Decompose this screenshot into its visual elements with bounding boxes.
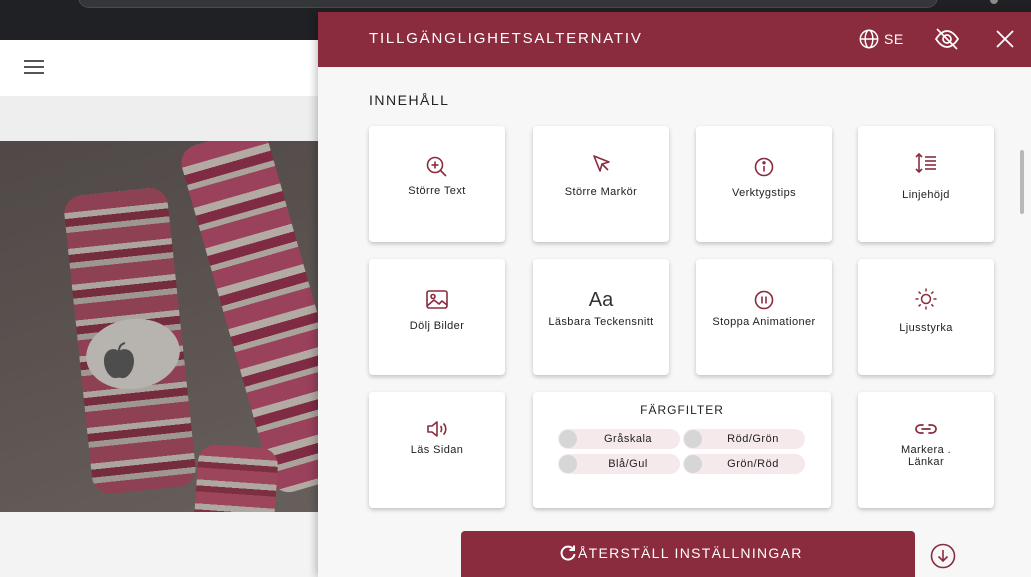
site-header xyxy=(0,40,320,96)
tile-bigger-cursor[interactable]: Större Markör xyxy=(533,126,669,242)
tile-label: Stoppa Animationer xyxy=(712,316,816,328)
link-icon xyxy=(915,424,937,434)
hamburger-icon[interactable] xyxy=(24,60,44,74)
site-footer xyxy=(0,512,320,577)
tile-label: Linjehöjd xyxy=(902,189,950,201)
tile-label: Större Markör xyxy=(564,186,638,198)
tile-label: Ljusstyrka xyxy=(899,322,953,334)
radio-dot xyxy=(684,430,702,448)
tile-line-height[interactable]: Linjehöjd xyxy=(858,126,994,242)
tile-label: Större Text xyxy=(408,185,466,197)
filter-option-label: Röd/Grön xyxy=(727,433,779,445)
color-filter-tile: FÄRGFILTER Gråskala Röd/Grön Blå/Gul Grö… xyxy=(533,392,831,508)
scrollbar[interactable] xyxy=(1018,142,1026,222)
address-bar[interactable] xyxy=(78,0,938,8)
line-height-icon xyxy=(915,152,936,174)
radio-dot xyxy=(559,455,577,473)
accessibility-panel: TILLGÄNGLIGHETSALTERNATIV SE INNEHÅLL St… xyxy=(318,12,1031,577)
reset-settings-button[interactable]: ÅTERSTÄLL INSTÄLLNINGAR xyxy=(461,531,915,577)
filter-option-red-green[interactable]: Röd/Grön xyxy=(683,429,805,449)
tile-highlight-links[interactable]: Markera . Länkar xyxy=(858,392,994,508)
tile-label: Läs Sidan xyxy=(410,444,464,456)
zoom-in-icon xyxy=(426,156,447,177)
filter-option-green-red[interactable]: Grön/Röd xyxy=(683,454,805,474)
tile-label: Markera . Länkar xyxy=(900,444,952,468)
globe-icon xyxy=(859,29,879,49)
color-filter-title: FÄRGFILTER xyxy=(640,403,724,417)
filter-option-label: Grön/Röd xyxy=(727,458,779,470)
panel-header: TILLGÄNGLIGHETSALTERNATIV SE xyxy=(318,12,1031,67)
cursor-icon xyxy=(593,155,610,172)
tile-read-page[interactable]: Läs Sidan xyxy=(369,392,505,508)
sun-icon xyxy=(915,288,937,310)
tile-tooltips[interactable]: Verktygstips xyxy=(696,126,832,242)
site-band xyxy=(0,96,320,141)
tile-label: Läsbara Teckensnitt xyxy=(548,316,654,328)
reset-settings-label: ÅTERSTÄLL INSTÄLLNINGAR xyxy=(578,545,803,561)
tile-label: Dölj Bilder xyxy=(409,320,465,332)
eye-off-icon[interactable] xyxy=(933,25,961,53)
filter-option-label: Gråskala xyxy=(603,433,653,445)
pause-icon xyxy=(754,290,774,310)
hero-overlay xyxy=(0,141,320,512)
font-icon: Aa xyxy=(588,289,614,311)
arrow-down-circle-icon[interactable] xyxy=(929,542,957,570)
radio-dot xyxy=(684,455,702,473)
image-icon xyxy=(426,290,448,309)
info-icon xyxy=(754,157,774,177)
speaker-icon xyxy=(427,421,447,437)
language-button[interactable]: SE xyxy=(858,26,904,52)
radio-dot xyxy=(559,430,577,448)
tile-readable-font[interactable]: Aa Läsbara Teckensnitt xyxy=(533,259,669,375)
tile-brightness[interactable]: Ljusstyrka xyxy=(858,259,994,375)
language-label: SE xyxy=(884,31,904,47)
filter-option-grayscale[interactable]: Gråskala xyxy=(558,429,680,449)
tile-label: Verktygstips xyxy=(731,187,797,199)
tile-bigger-text[interactable]: Större Text xyxy=(369,126,505,242)
tile-stop-animations[interactable]: Stoppa Animationer xyxy=(696,259,832,375)
close-icon[interactable] xyxy=(991,25,1019,53)
scrollbar-thumb[interactable] xyxy=(1020,150,1024,214)
browser-indicator xyxy=(990,0,998,4)
hero-image xyxy=(0,141,320,512)
filter-option-label: Blå/Gul xyxy=(608,458,648,470)
tile-hide-images[interactable]: Dölj Bilder xyxy=(369,259,505,375)
filter-option-blue-yellow[interactable]: Blå/Gul xyxy=(558,454,680,474)
refresh-icon xyxy=(560,545,576,561)
panel-title: TILLGÄNGLIGHETSALTERNATIV xyxy=(369,30,643,47)
section-label: INNEHÅLL xyxy=(369,92,450,108)
